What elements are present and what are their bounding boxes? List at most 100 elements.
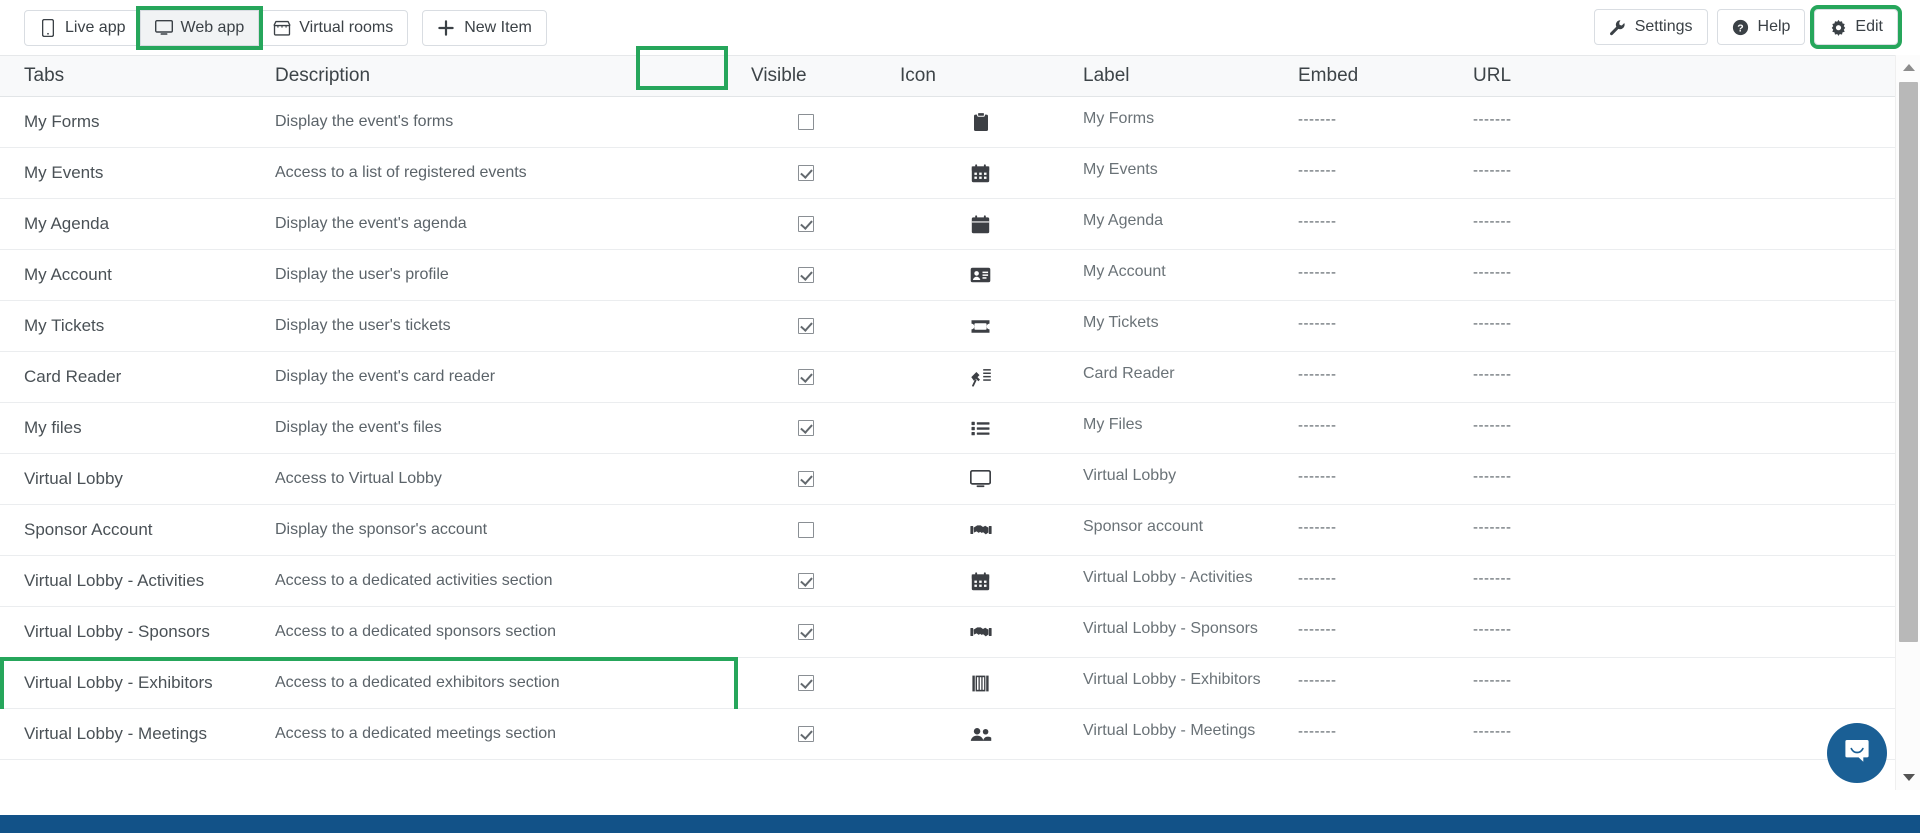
id-card-icon bbox=[970, 264, 992, 286]
visible-checkbox[interactable] bbox=[797, 573, 814, 589]
visible-checkbox[interactable] bbox=[797, 216, 814, 232]
table-row[interactable]: Virtual Lobby - Meetings Access to a dedi… bbox=[0, 709, 1895, 760]
clipboard-icon bbox=[970, 111, 992, 133]
visible-checkbox[interactable] bbox=[797, 522, 814, 538]
cell-visible bbox=[733, 471, 878, 487]
cell-label: Sponsor account bbox=[1083, 518, 1204, 535]
cell-tab-name: My Tickets bbox=[24, 316, 105, 335]
cell-visible bbox=[733, 216, 878, 232]
header-tabs: Tabs bbox=[24, 65, 65, 86]
app-type-button-group: Live app Web app Virtual rooms New Item bbox=[24, 5, 547, 50]
calendar-icon bbox=[970, 570, 992, 592]
scrollbar-thumb[interactable] bbox=[1899, 82, 1918, 642]
virtual-rooms-label: Virtual rooms bbox=[299, 18, 394, 36]
cell-embed: ------- bbox=[1298, 518, 1337, 536]
ticket-icon bbox=[970, 315, 992, 337]
cell-label: Virtual Lobby - Sponsors bbox=[1083, 620, 1258, 637]
visible-checkbox[interactable] bbox=[797, 675, 814, 691]
visible-checkbox[interactable] bbox=[797, 420, 814, 436]
cell-url: ------- bbox=[1473, 722, 1512, 740]
web-app-label: Web app bbox=[180, 18, 245, 36]
cell-visible bbox=[733, 624, 878, 640]
agenda-icon bbox=[970, 213, 992, 235]
visible-checkbox[interactable] bbox=[797, 318, 814, 334]
visible-checkbox[interactable] bbox=[797, 624, 814, 640]
cell-visible bbox=[733, 522, 878, 538]
live-app-label: Live app bbox=[65, 18, 126, 36]
new-item-button[interactable]: New Item bbox=[422, 9, 547, 46]
cell-label: Virtual Lobby - Meetings bbox=[1083, 722, 1256, 739]
cell-url: ------- bbox=[1473, 620, 1512, 638]
scroll-down-button[interactable] bbox=[1896, 765, 1920, 790]
header-url: URL bbox=[1473, 65, 1512, 86]
table-row[interactable]: Sponsor Account Display the sponsor's acc… bbox=[0, 505, 1895, 556]
cell-description: Access to a dedicated meetings section bbox=[275, 725, 557, 742]
cell-tab-name: My Forms bbox=[24, 112, 100, 131]
handshake-icon bbox=[969, 621, 992, 643]
table-row[interactable]: My files Display the event's files My File… bbox=[0, 403, 1895, 454]
visible-checkbox[interactable] bbox=[797, 165, 814, 181]
header-icon: Icon bbox=[900, 65, 936, 86]
table-row[interactable]: Virtual Lobby - Exhibitors Access to a de… bbox=[0, 657, 1895, 716]
visible-checkbox[interactable] bbox=[797, 726, 814, 742]
chat-launcher-button[interactable] bbox=[1827, 723, 1887, 783]
header-visible: Visible bbox=[751, 65, 807, 86]
visible-checkbox[interactable] bbox=[797, 369, 814, 385]
cell-embed: ------- bbox=[1298, 365, 1337, 383]
cell-tab-name: My Agenda bbox=[24, 214, 110, 233]
cell-embed: ------- bbox=[1298, 314, 1337, 332]
monitor-icon bbox=[970, 468, 992, 490]
header-label: Label bbox=[1083, 65, 1130, 86]
store-icon bbox=[273, 19, 291, 37]
cell-label: My Agenda bbox=[1083, 212, 1164, 229]
table-row[interactable]: Virtual Lobby Access to Virtual Lobby Virt… bbox=[0, 454, 1895, 505]
cell-visible bbox=[733, 420, 878, 436]
cell-icon bbox=[878, 366, 1083, 388]
cell-icon bbox=[878, 468, 1083, 490]
table-row[interactable]: Card Reader Display the event's card read… bbox=[0, 352, 1895, 403]
visible-checkbox[interactable] bbox=[797, 114, 814, 130]
table-row[interactable]: Virtual Lobby - Sponsors Access to a dedi… bbox=[0, 607, 1895, 658]
edit-button[interactable]: Edit bbox=[1810, 5, 1902, 49]
question-icon: ? bbox=[1732, 18, 1750, 36]
cell-embed: ------- bbox=[1298, 671, 1337, 689]
table-row[interactable]: Virtual Lobby - Activities Access to a de… bbox=[0, 556, 1895, 607]
table-row[interactable]: My Events Access to a list of registered … bbox=[0, 148, 1895, 199]
cell-icon bbox=[878, 111, 1083, 133]
utility-button-group: Settings ? Help Edit bbox=[1593, 5, 1902, 49]
web-app-button[interactable]: Web app bbox=[135, 5, 264, 50]
settings-button[interactable]: Settings bbox=[1593, 9, 1708, 45]
cell-visible bbox=[733, 675, 878, 691]
table-row[interactable]: My Tickets Display the user's tickets My T… bbox=[0, 301, 1895, 352]
bottom-status-bar bbox=[0, 815, 1920, 833]
vertical-scrollbar[interactable] bbox=[1895, 55, 1920, 790]
top-toolbar: Live app Web app Virtual rooms New Item bbox=[0, 0, 1920, 55]
cell-icon bbox=[878, 264, 1083, 286]
cell-url: ------- bbox=[1473, 671, 1512, 689]
visible-checkbox[interactable] bbox=[797, 471, 814, 487]
cell-description: Display the sponsor's account bbox=[275, 521, 488, 538]
cell-description: Access to a dedicated sponsors section bbox=[275, 623, 557, 640]
virtual-rooms-button[interactable]: Virtual rooms bbox=[258, 9, 409, 46]
cell-description: Access to a list of registered events bbox=[275, 164, 527, 181]
help-button[interactable]: ? Help bbox=[1716, 9, 1806, 45]
cell-url: ------- bbox=[1473, 212, 1512, 230]
cell-embed: ------- bbox=[1298, 110, 1337, 128]
live-app-button[interactable]: Live app bbox=[24, 9, 141, 46]
scroll-up-button[interactable] bbox=[1896, 55, 1920, 80]
visible-checkbox[interactable] bbox=[797, 267, 814, 283]
cell-label: My Tickets bbox=[1083, 314, 1159, 331]
new-item-label: New Item bbox=[464, 18, 532, 36]
table-row[interactable]: My Forms Display the event's forms My Form… bbox=[0, 97, 1895, 148]
edit-label: Edit bbox=[1855, 18, 1883, 35]
table-row[interactable]: My Agenda Display the event's agenda My Ag… bbox=[0, 199, 1895, 250]
cell-tab-name: Virtual Lobby - Meetings bbox=[24, 724, 208, 743]
cell-url: ------- bbox=[1473, 110, 1512, 128]
cell-description: Display the event's forms bbox=[275, 113, 454, 130]
table-row[interactable]: My Account Display the user's profile My A… bbox=[0, 250, 1895, 301]
cell-icon bbox=[878, 621, 1083, 643]
table-body: My Forms Display the event's forms My Form… bbox=[0, 97, 1895, 760]
cell-visible bbox=[733, 267, 878, 283]
settings-label: Settings bbox=[1634, 18, 1693, 35]
cell-embed: ------- bbox=[1298, 212, 1337, 230]
